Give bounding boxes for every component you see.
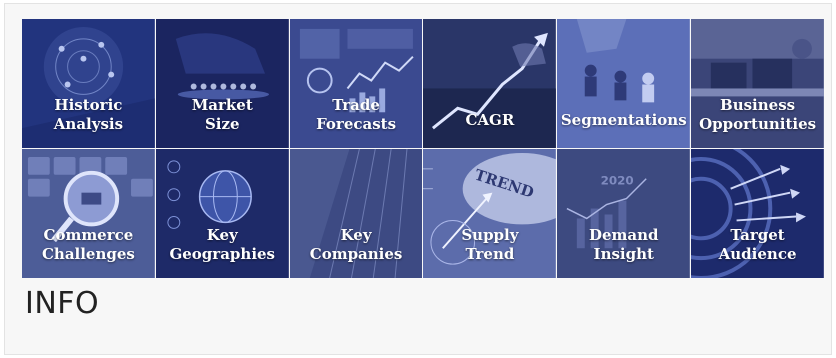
tile-label: Demand Insight	[588, 226, 659, 263]
tile-label: Supply Trend	[461, 226, 519, 263]
tile-business-opportunities[interactable]: Business Opportunities	[691, 19, 825, 149]
tile-commerce-challenges[interactable]: Commerce Challenges	[22, 149, 156, 279]
tile-supply-trend[interactable]: TREND Supply Trend	[423, 149, 558, 279]
tile-key-geographies[interactable]: Key Geographies	[155, 149, 290, 279]
tile-segmentations[interactable]: Segmentations	[557, 19, 692, 149]
tile-label: Commerce Challenges	[41, 226, 135, 263]
tile-label: Market Size	[191, 96, 253, 133]
tile-label: CAGR	[465, 111, 515, 129]
tile-label: Target Audience	[718, 226, 797, 263]
tile-label: Segmentations	[560, 111, 687, 129]
year-text: 2020	[601, 174, 634, 188]
tile-label: Trade Forecasts	[316, 96, 397, 133]
tile-demand-insight[interactable]: 2020 Demand Insight	[557, 149, 692, 279]
tile-target-audience[interactable]: Target Audience	[691, 149, 825, 279]
tile-historic-analysis[interactable]: Historic Analysis	[22, 19, 156, 149]
info-heading: INFO	[25, 286, 100, 321]
tile-label: Key Geographies	[169, 226, 276, 263]
tile-key-companies[interactable]: Key Companies	[289, 149, 424, 279]
tile-trade-forecasts[interactable]: Trade Forecasts	[289, 19, 424, 149]
tile-label: Business Opportunities	[699, 96, 817, 133]
tile-market-size[interactable]: Market Size	[155, 19, 290, 149]
tile-label: Historic Analysis	[53, 96, 124, 133]
tile-cagr[interactable]: CAGR	[423, 19, 558, 149]
tile-label: Key Companies	[309, 226, 403, 263]
feature-grid: Historic Analysis Market Size Trade Fore…	[22, 19, 825, 279]
info-card: Historic Analysis Market Size Trade Fore…	[4, 3, 832, 355]
